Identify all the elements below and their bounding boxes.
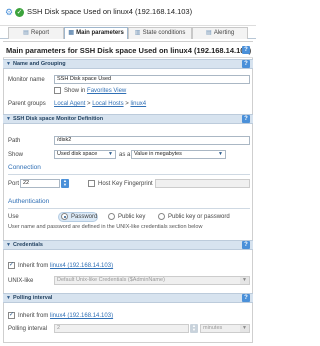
spinner-icon[interactable]: ▲ ▼ bbox=[190, 324, 198, 333]
credentials-inherit-checkbox[interactable]: ✓ bbox=[8, 262, 15, 269]
port-input[interactable]: 22 bbox=[20, 179, 60, 188]
tab-main-parameters-label: Main parameters bbox=[76, 30, 124, 36]
inherit-from-text: Inherit from bbox=[18, 263, 49, 269]
inherit-from-text: Inherit from bbox=[18, 313, 49, 319]
favorites-view-link[interactable]: Favorites View bbox=[87, 88, 126, 94]
alert-tab-icon: ▤ bbox=[205, 30, 212, 36]
breadcrumb-linux4[interactable]: linux4 bbox=[130, 101, 146, 107]
section-credentials[interactable]: ▼ Credentials ? bbox=[3, 240, 253, 250]
page-header: Main parameters for SSH Disk space Used … bbox=[3, 42, 253, 58]
gear-icon[interactable]: ⚙ bbox=[5, 8, 14, 17]
credentials-inherit-link[interactable]: linux4 (192.168.14.103) bbox=[50, 263, 113, 269]
public-key-or-password-radio[interactable] bbox=[158, 213, 165, 220]
breadcrumb-local-agent[interactable]: Local Agent bbox=[54, 101, 85, 107]
unix-like-credentials-select[interactable]: Default Unix-like Credentials ($AdminNam… bbox=[54, 276, 250, 285]
path-input[interactable]: /disk2 bbox=[54, 136, 250, 145]
chevron-down-icon: ▼ bbox=[216, 151, 225, 158]
tab-alerting[interactable]: ▤ Alerting bbox=[192, 27, 248, 39]
tab-state-conditions[interactable]: ▥ State conditions bbox=[128, 27, 192, 39]
help-icon[interactable]: ? bbox=[242, 294, 250, 302]
tab-report[interactable]: ▤ Report bbox=[8, 27, 64, 39]
public-key-radio[interactable] bbox=[108, 213, 115, 220]
as-a-label: as a bbox=[119, 152, 131, 158]
port-label: Port bbox=[8, 181, 20, 187]
connection-title: Connection bbox=[8, 164, 41, 171]
section-title: Credentials bbox=[13, 242, 43, 248]
section-name-and-grouping[interactable]: ▼ Name and Grouping ? bbox=[3, 59, 253, 69]
window-title-bar: ⚙ ✓ SSH Disk space Used on linux4 (192.1… bbox=[0, 0, 256, 26]
show-in-text: Show in bbox=[64, 88, 86, 94]
tab-main-parameters[interactable]: ▦ Main parameters bbox=[64, 27, 128, 39]
as-a-select[interactable]: Value in megabytes ▼ bbox=[131, 150, 226, 159]
public-key-option-label[interactable]: Public key bbox=[118, 214, 145, 220]
breadcrumb-separator: > bbox=[87, 101, 91, 107]
breadcrumb: Local Agent > Local Hosts > linux4 bbox=[54, 101, 146, 107]
polling-interval-label: Polling interval bbox=[8, 326, 48, 332]
host-key-input[interactable] bbox=[155, 179, 250, 188]
caret-down-icon: ▼ bbox=[6, 116, 11, 122]
divider bbox=[8, 174, 250, 175]
help-icon[interactable]: ? bbox=[242, 241, 250, 249]
unix-like-select-value: Default Unix-like Credentials ($AdminNam… bbox=[57, 277, 165, 283]
polling-unit-select[interactable]: minutes ▼ bbox=[200, 324, 250, 333]
spinner-icon[interactable]: ▲ ▼ bbox=[61, 179, 69, 188]
tab-alerting-label: Alerting bbox=[213, 30, 235, 36]
polling-unit-value: minutes bbox=[203, 325, 223, 331]
section-title: Polling interval bbox=[13, 295, 53, 301]
polling-interval-input[interactable]: 2 bbox=[54, 324, 189, 333]
use-label: Use bbox=[8, 214, 19, 220]
chevron-down-icon: ▼ bbox=[106, 151, 115, 158]
report-tab-icon: ▤ bbox=[23, 30, 29, 36]
breadcrumb-local-hosts[interactable]: Local Hosts bbox=[92, 101, 123, 107]
main-params-tab-icon: ▦ bbox=[68, 30, 74, 36]
help-icon[interactable]: ? bbox=[242, 115, 250, 123]
section-polling-interval[interactable]: ▼ Polling interval ? bbox=[3, 293, 253, 303]
password-radio[interactable] bbox=[61, 213, 68, 220]
chevron-down-icon: ▼ bbox=[240, 325, 249, 332]
polling-inherit-link[interactable]: linux4 (192.168.14.103) bbox=[50, 313, 113, 319]
state-tab-icon: ▥ bbox=[134, 30, 141, 36]
show-in-favorites-checkbox[interactable] bbox=[54, 87, 61, 94]
host-key-label: Host Key Fingerprint bbox=[98, 181, 153, 187]
path-label: Path bbox=[8, 138, 21, 144]
help-icon[interactable]: ? bbox=[242, 46, 250, 54]
authentication-title: Authentication bbox=[8, 198, 50, 205]
as-a-select-value: Value in megabytes bbox=[134, 151, 182, 157]
window-title: SSH Disk space Used on linux4 (192.168.1… bbox=[27, 7, 193, 16]
unix-like-label: UNIX-like bbox=[8, 278, 34, 284]
help-icon[interactable]: ? bbox=[242, 60, 250, 68]
parent-groups-label: Parent groups bbox=[8, 101, 46, 107]
section-title: Name and Grouping bbox=[13, 61, 66, 67]
show-select-value: Used disk space bbox=[57, 151, 98, 157]
public-key-or-password-option-label[interactable]: Public key or password bbox=[168, 214, 230, 220]
ok-status-icon: ✓ bbox=[15, 8, 24, 17]
monitor-name-input[interactable]: SSH Disk space Used bbox=[54, 75, 250, 84]
monitor-name-label: Monitor name bbox=[8, 77, 45, 83]
section-title: SSH Disk space Monitor Definition bbox=[13, 116, 104, 122]
breadcrumb-separator: > bbox=[125, 101, 129, 107]
credentials-inherit-label: Inherit from linux4 (192.168.14.103) bbox=[18, 263, 113, 269]
tab-bar: ▤ Report ▦ Main parameters ▥ State conditio… bbox=[0, 27, 256, 39]
tab-report-label: Report bbox=[30, 30, 49, 36]
host-key-checkbox[interactable] bbox=[88, 180, 95, 187]
auth-note: User name and password are defined in th… bbox=[8, 224, 203, 230]
show-in-label: Show in Favorites View bbox=[64, 88, 126, 94]
polling-inherit-checkbox[interactable]: ✓ bbox=[8, 312, 15, 319]
password-option-label[interactable]: Password bbox=[71, 214, 97, 220]
caret-down-icon: ▼ bbox=[6, 295, 11, 301]
section-monitor-definition[interactable]: ▼ SSH Disk space Monitor Definition ? bbox=[3, 114, 253, 124]
page-title: Main parameters for SSH Disk space Used … bbox=[6, 46, 252, 55]
caret-down-icon: ▼ bbox=[6, 242, 11, 248]
divider bbox=[8, 208, 250, 209]
polling-inherit-label: Inherit from linux4 (192.168.14.103) bbox=[18, 313, 113, 319]
caret-down-icon: ▼ bbox=[6, 61, 11, 67]
chevron-down-icon: ▼ bbox=[240, 277, 249, 284]
show-label: Show bbox=[8, 152, 24, 158]
show-select[interactable]: Used disk space ▼ bbox=[54, 150, 116, 159]
tab-state-conditions-label: State conditions bbox=[142, 30, 186, 36]
